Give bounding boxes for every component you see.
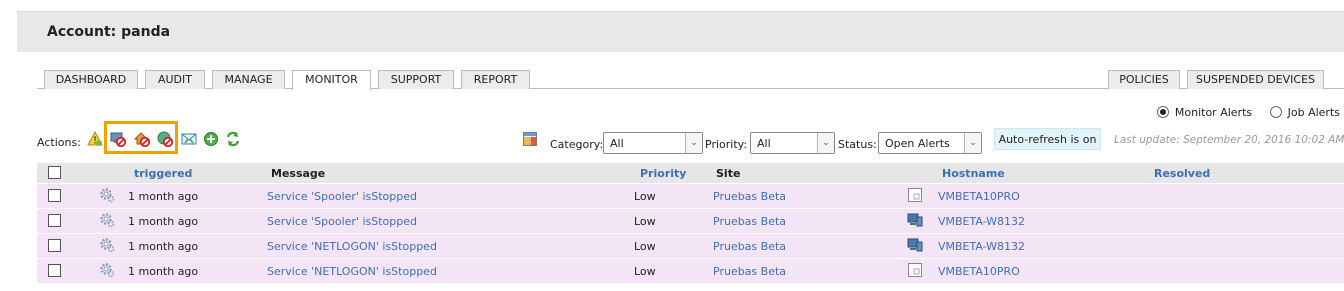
column-triggered[interactable]: triggered xyxy=(134,167,192,180)
workstation-icon xyxy=(907,237,923,253)
service-gear-icon xyxy=(99,187,115,203)
column-priority[interactable]: Priority xyxy=(640,167,686,180)
service-gear-icon xyxy=(99,237,115,253)
workstation-icon xyxy=(907,212,923,228)
row-priority: Low xyxy=(634,190,656,203)
row-triggered: 1 month ago xyxy=(128,265,199,278)
row-message[interactable]: Service 'NETLOGON' isStopped xyxy=(267,265,437,278)
category-select[interactable]: All ⌄ xyxy=(603,132,703,154)
table-row: 1 month ago Service 'Spooler' isStopped … xyxy=(37,209,1344,234)
column-hostname[interactable]: Hostname xyxy=(942,167,1005,180)
refresh-icon[interactable] xyxy=(225,131,241,147)
priority-label: Priority: xyxy=(705,138,748,151)
column-site: Site xyxy=(716,167,741,180)
table-row: 1 month ago Service 'Spooler' isStopped … xyxy=(37,184,1344,209)
page-title: Account: panda xyxy=(47,24,171,40)
row-checkbox[interactable] xyxy=(48,214,61,227)
chevron-down-icon: ⌄ xyxy=(964,133,981,153)
priority-select-value: All xyxy=(757,137,771,150)
tab-manage[interactable]: MANAGE xyxy=(212,70,285,89)
autorefresh-toggle[interactable]: Auto-refresh is on xyxy=(994,128,1101,150)
monitor-alerts-radio[interactable]: Monitor Alerts xyxy=(1156,106,1252,119)
row-triggered: 1 month ago xyxy=(128,190,199,203)
tab-monitor[interactable]: MONITOR xyxy=(292,70,371,90)
table-header: triggered Message Priority Site Hostname… xyxy=(37,163,1344,183)
row-triggered: 1 month ago xyxy=(128,240,199,253)
account-header: Account: panda xyxy=(17,11,1344,52)
chevron-down-icon: ⌄ xyxy=(817,133,834,153)
row-hostname[interactable]: VMBETA10PRO xyxy=(938,265,1020,278)
radio-selected-icon xyxy=(1156,106,1169,118)
alert-type-options: Monitor Alerts Job Alerts xyxy=(1143,106,1340,119)
row-checkbox[interactable] xyxy=(48,239,61,252)
email-icon[interactable] xyxy=(181,131,197,147)
row-site[interactable]: Pruebas Beta xyxy=(713,240,786,253)
suspend-home-icon[interactable] xyxy=(133,131,151,148)
suspend-device-icon[interactable] xyxy=(110,131,127,148)
row-priority: Low xyxy=(634,240,656,253)
status-select[interactable]: Open Alerts ⌄ xyxy=(878,132,982,154)
tab-support[interactable]: SUPPORT xyxy=(378,70,454,89)
row-hostname[interactable]: VMBETA-W8132 xyxy=(938,240,1025,253)
tab-report[interactable]: REPORT xyxy=(461,70,530,89)
select-all-checkbox[interactable] xyxy=(48,166,61,179)
service-gear-icon xyxy=(99,212,115,228)
priority-select[interactable]: All ⌄ xyxy=(750,132,835,154)
row-site[interactable]: Pruebas Beta xyxy=(713,215,786,228)
table-row: 1 month ago Service 'NETLOGON' isStopped… xyxy=(37,259,1344,284)
actions-label: Actions: xyxy=(37,136,81,149)
row-site[interactable]: Pruebas Beta xyxy=(713,190,786,203)
service-gear-icon xyxy=(99,262,115,278)
row-site[interactable]: Pruebas Beta xyxy=(713,265,786,278)
radio-unselected-icon xyxy=(1269,106,1282,118)
tab-suspended-devices[interactable]: SUSPENDED DEVICES xyxy=(1187,70,1324,89)
tab-dashboard[interactable]: DASHBOARD xyxy=(44,70,138,89)
row-priority: Low xyxy=(634,265,656,278)
column-message: Message xyxy=(271,167,326,180)
suspend-globe-icon[interactable] xyxy=(157,131,174,148)
column-resolved[interactable]: Resolved xyxy=(1154,167,1210,180)
last-update-text: Last update: September 20, 2016 10:02 AM xyxy=(1114,134,1344,146)
server-icon xyxy=(907,262,923,278)
category-select-value: All xyxy=(610,137,624,150)
chevron-down-icon: ⌄ xyxy=(685,133,702,153)
warning-icon[interactable] xyxy=(87,130,103,147)
row-triggered: 1 month ago xyxy=(128,215,199,228)
table-row: 1 month ago Service 'NETLOGON' isStopped… xyxy=(37,234,1344,259)
status-label: Status: xyxy=(838,138,877,151)
column-chooser-icon[interactable] xyxy=(523,132,539,148)
status-select-value: Open Alerts xyxy=(885,137,950,150)
job-alerts-radio[interactable]: Job Alerts xyxy=(1269,106,1340,119)
row-message[interactable]: Service 'Spooler' isStopped xyxy=(267,215,417,228)
tab-policies[interactable]: POLICIES xyxy=(1108,70,1180,89)
tab-audit[interactable]: AUDIT xyxy=(145,70,205,89)
row-hostname[interactable]: VMBETA-W8132 xyxy=(938,215,1025,228)
row-priority: Low xyxy=(634,215,656,228)
row-message[interactable]: Service 'Spooler' isStopped xyxy=(267,190,417,203)
category-label: Category: xyxy=(550,138,604,151)
add-icon[interactable] xyxy=(203,131,219,147)
row-hostname[interactable]: VMBETA10PRO xyxy=(938,190,1020,203)
row-checkbox[interactable] xyxy=(48,189,61,202)
server-icon xyxy=(907,187,923,203)
row-message[interactable]: Service 'NETLOGON' isStopped xyxy=(267,240,437,253)
row-checkbox[interactable] xyxy=(48,264,61,277)
